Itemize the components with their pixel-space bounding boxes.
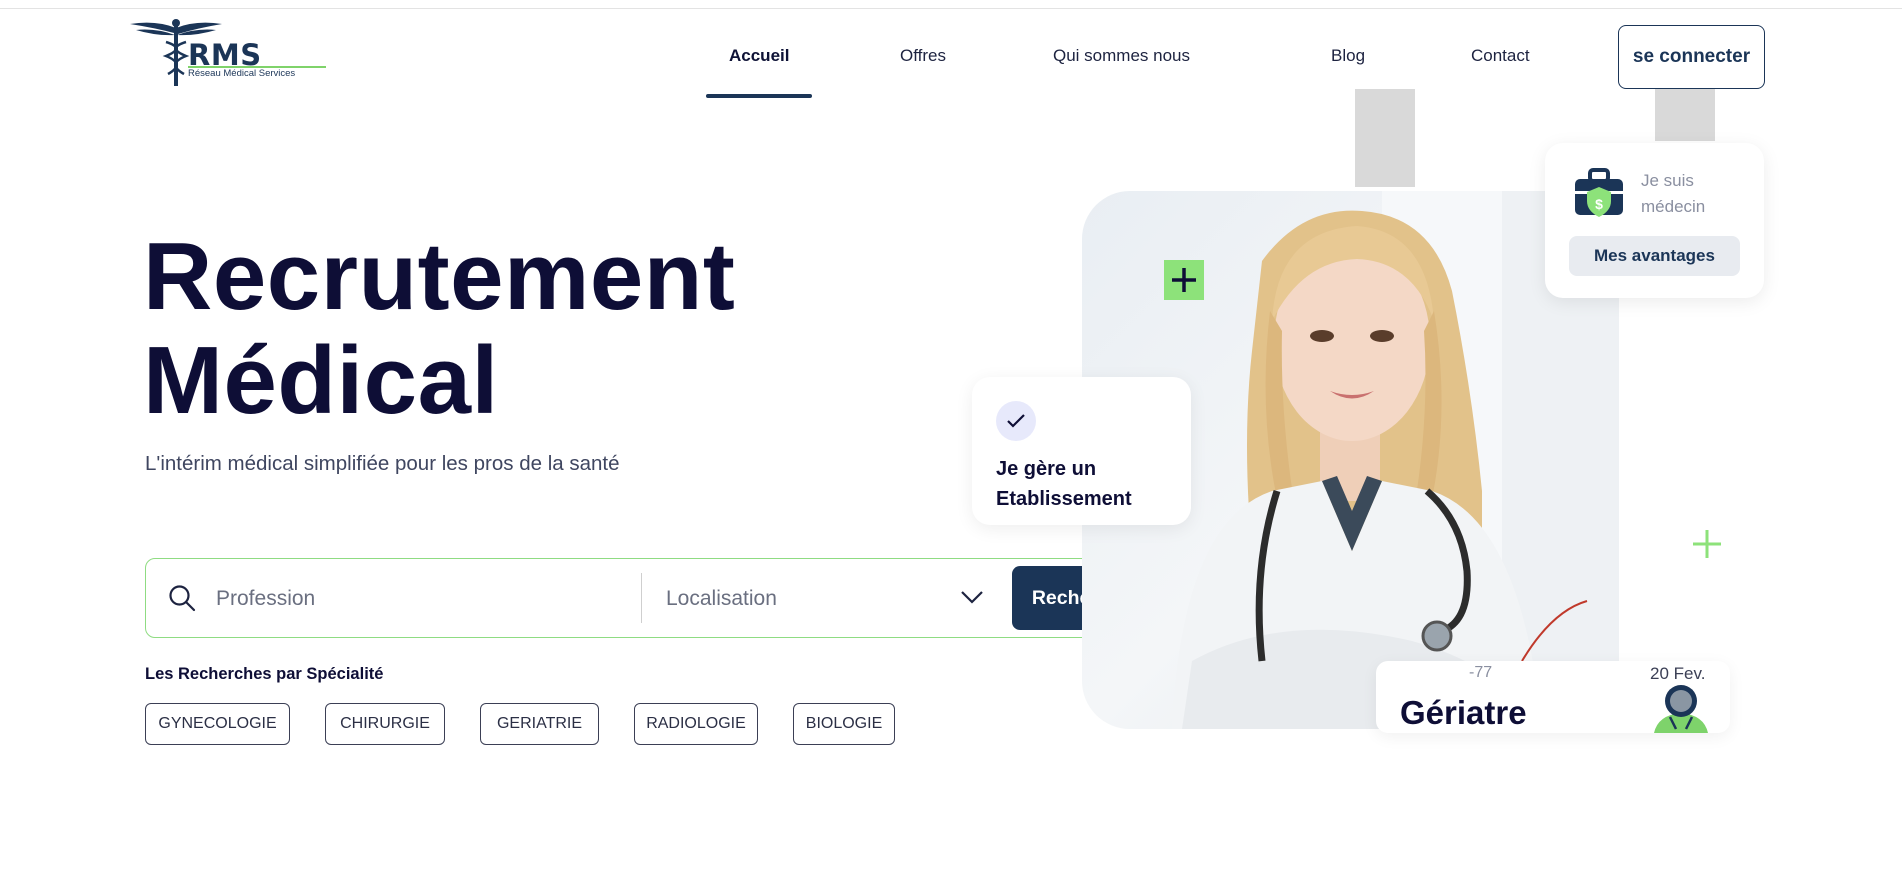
- nav-accueil[interactable]: Accueil: [729, 46, 789, 66]
- plus-icon-decorative: [1693, 530, 1721, 558]
- job-title: Gériatre: [1400, 694, 1527, 731]
- medecin-card: $ Je suis médecin Mes avantages: [1545, 143, 1764, 298]
- medecin-line1: Je suis: [1641, 171, 1694, 190]
- hero-title-line2: Médical: [143, 327, 499, 434]
- decorative-bar: [1655, 89, 1715, 141]
- specialties-title: Les Recherches par Spécialité: [145, 665, 384, 683]
- doctor-avatar-icon: [1654, 685, 1708, 733]
- site-logo[interactable]: RMS Réseau Médical Services: [126, 18, 326, 88]
- hero-title: Recrutement Médical: [143, 225, 735, 433]
- nav-offres[interactable]: Offres: [900, 46, 946, 66]
- location-select[interactable]: Localisation: [666, 587, 777, 611]
- medical-bag-icon: $: [1575, 168, 1623, 217]
- login-button[interactable]: se connecter: [1618, 25, 1765, 89]
- svg-text:$: $: [1595, 196, 1603, 212]
- chevron-down-icon[interactable]: [959, 587, 985, 607]
- search-icon: [169, 585, 196, 612]
- profession-input[interactable]: [216, 579, 616, 619]
- nav-blog[interactable]: Blog: [1331, 46, 1365, 66]
- medecin-card-text: Je suis médecin: [1641, 168, 1705, 220]
- hero-title-line1: Recrutement: [143, 223, 736, 330]
- top-divider: [0, 0, 1902, 9]
- job-location-code: -77: [1469, 664, 1493, 681]
- specialty-chip-biologie[interactable]: BIOLOGIE: [793, 703, 895, 745]
- search-divider: [641, 573, 642, 623]
- specialty-chip-radiologie[interactable]: RADIOLOGIE: [634, 703, 758, 745]
- etablissement-card-text: Je gère un Etablissement: [996, 454, 1132, 514]
- job-date: 20 Fev.: [1650, 664, 1706, 683]
- nav-contact[interactable]: Contact: [1471, 46, 1530, 66]
- job-offer-card[interactable]: -77 20 Fev. Gériatre: [1376, 661, 1730, 733]
- check-icon: [996, 401, 1036, 441]
- etablissement-line2: Etablissement: [996, 488, 1132, 510]
- etablissement-card[interactable]: Je gère un Etablissement: [972, 377, 1191, 525]
- hero-subtitle: L'intérim médical simplifiée pour les pr…: [145, 452, 620, 475]
- nav-qui-sommes-nous[interactable]: Qui sommes nous: [1053, 46, 1190, 66]
- decorative-bar: [1355, 89, 1415, 187]
- etablissement-line1: Je gère un: [996, 458, 1097, 480]
- specialty-chip-gynecologie[interactable]: GYNECOLOGIE: [145, 703, 290, 745]
- search-bar: Localisation Rechercher: [145, 558, 1167, 638]
- plus-icon: [1164, 260, 1204, 300]
- logo-tagline: Réseau Médical Services: [188, 68, 296, 79]
- medecin-line2: médecin: [1641, 197, 1706, 216]
- nav-active-indicator: [706, 94, 812, 98]
- specialty-chip-chirurgie[interactable]: CHIRURGIE: [325, 703, 445, 745]
- mes-avantages-button[interactable]: Mes avantages: [1569, 236, 1740, 276]
- specialty-chip-geriatrie[interactable]: GERIATRIE: [480, 703, 599, 745]
